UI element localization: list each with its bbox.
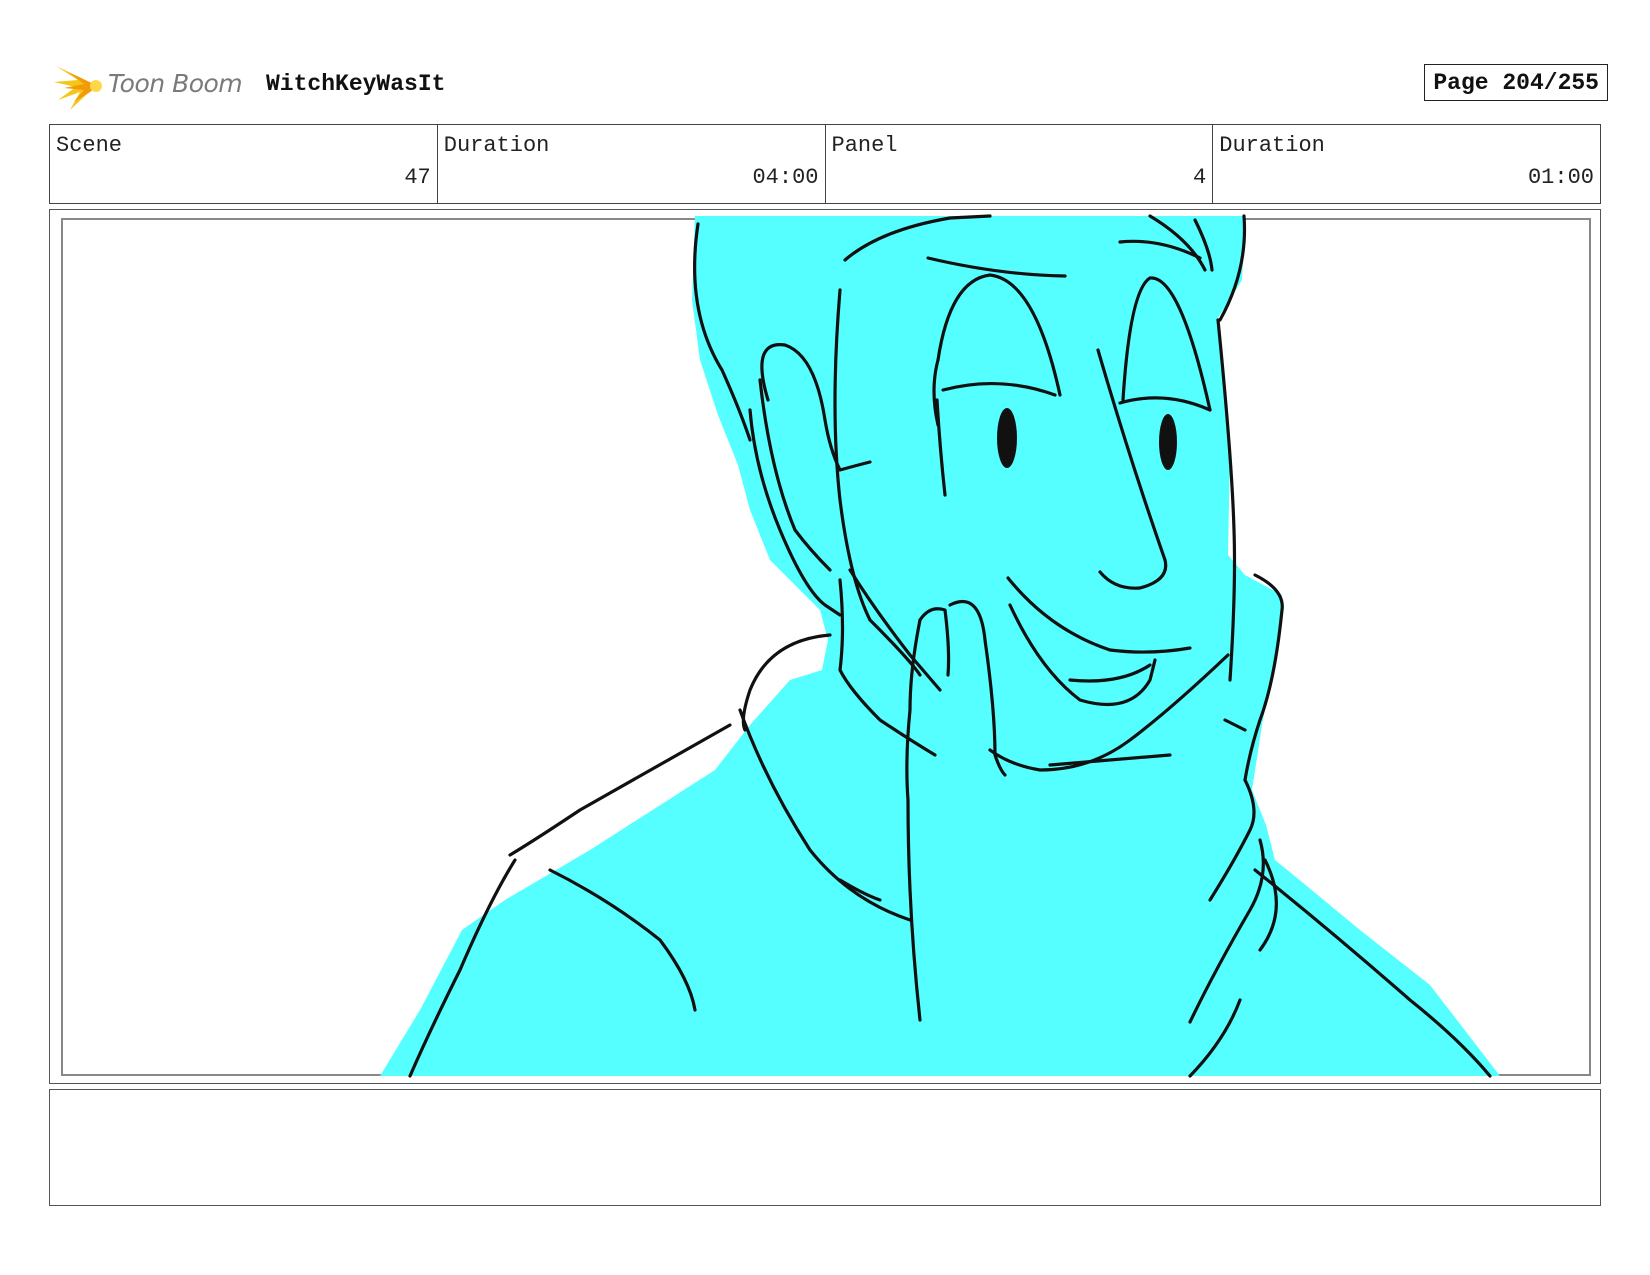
panel-cell: Panel 4 xyxy=(826,125,1214,203)
scene-label: Scene xyxy=(56,133,123,158)
toon-boom-logo: Toon Boom xyxy=(54,60,254,112)
storyboard-header: Toon Boom WitchKeyWasIt Page 204/255 xyxy=(54,58,1608,114)
panel-label: Panel xyxy=(831,133,898,158)
scene-cell: Scene 47 xyxy=(50,125,438,203)
scene-duration-cell: Duration 04:00 xyxy=(438,125,826,203)
page-number: Page 204/255 xyxy=(1424,64,1608,101)
logo-text: Toon Boom xyxy=(108,69,243,98)
scene-value: 47 xyxy=(404,165,431,190)
starburst-icon xyxy=(54,66,102,110)
right-pupil xyxy=(1159,414,1177,470)
panel-notes xyxy=(49,1089,1601,1206)
left-pupil xyxy=(997,408,1017,468)
panel-duration-label: Duration xyxy=(1219,133,1325,158)
character-sketch xyxy=(380,214,1500,1078)
scene-duration-label: Duration xyxy=(443,133,550,158)
panel-info-table: Scene 47 Duration 04:00 Panel 4 Duration… xyxy=(49,124,1601,204)
panel-drawing xyxy=(61,214,1591,1078)
panel-duration-cell: Duration 01:00 xyxy=(1213,125,1600,203)
panel-duration-value: 01:00 xyxy=(1527,165,1594,190)
storyboard-panel xyxy=(49,209,1601,1084)
project-title: WitchKeyWasIt xyxy=(266,71,446,97)
panel-value: 4 xyxy=(1193,165,1207,190)
scene-duration-value: 04:00 xyxy=(752,165,819,190)
